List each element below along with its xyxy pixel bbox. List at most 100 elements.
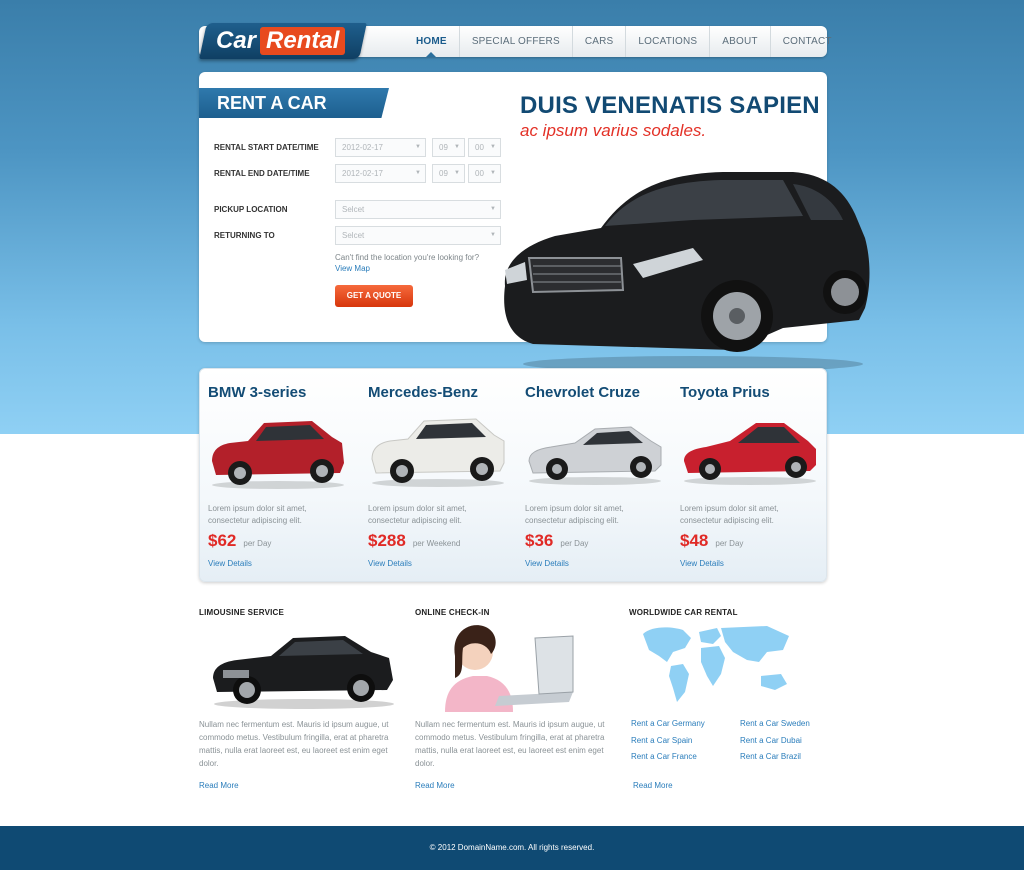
car-description-line: consectetur adipiscing elit. <box>208 516 302 525</box>
nav-locations[interactable]: LOCATIONS <box>625 26 709 57</box>
car-price-value: $62 <box>208 531 237 550</box>
car-image-toyota <box>684 423 816 485</box>
view-details-link[interactable]: View Details <box>680 559 724 568</box>
car-description-line: Lorem ipsum dolor sit amet, <box>525 504 624 513</box>
car-description-line: consectetur adipiscing elit. <box>680 516 774 525</box>
returning-to-label: RETURNING TO <box>214 231 275 240</box>
dropdown-arrow-icon: ▼ <box>415 170 421 176</box>
end-date-label: RENTAL END DATE/TIME <box>214 169 310 178</box>
start-hour-select[interactable]: 09 ▼ <box>432 138 465 157</box>
car-card-toyota: Toyota Prius Lorem ipsum dolor sit amet,… <box>680 369 830 583</box>
car-price: $62 per Day <box>208 531 271 551</box>
car-description-line: consectetur adipiscing elit. <box>368 516 462 525</box>
rent-link-germany[interactable]: Rent a Car Germany <box>631 719 705 728</box>
start-minute-select[interactable]: 00 ▼ <box>468 138 501 157</box>
end-date-value: 2012-02-17 <box>342 169 383 178</box>
location-help-text: Can't find the location you're looking f… <box>335 253 480 262</box>
car-price-period: per Day <box>560 539 589 548</box>
car-description-line: Lorem ipsum dolor sit amet, <box>208 504 307 513</box>
car-image-chevrolet <box>528 426 662 485</box>
hero-car-image <box>504 172 870 372</box>
logo-text-car: Car <box>216 27 257 54</box>
rent-link-sweden[interactable]: Rent a Car Sweden <box>740 719 810 728</box>
car-description: Lorem ipsum dolor sit amet, consectetur a… <box>368 503 513 527</box>
dropdown-arrow-icon: ▼ <box>415 144 421 150</box>
car-name[interactable]: Mercedes-Benz <box>368 384 478 401</box>
feature-title: LIMOUSINE SERVICE <box>199 608 285 617</box>
feature-online-checkin: ONLINE CHECK-IN Nullam nec fermentum est… <box>415 608 615 790</box>
pickup-location-label: PICKUP LOCATION <box>214 205 288 214</box>
main-nav: HOME SPECIAL OFFERS CARS LOCATIONS ABOUT… <box>404 26 844 57</box>
feature-text: Nullam nec fermentum est. Mauris id ipsu… <box>415 720 605 768</box>
car-price-value: $36 <box>525 531 554 550</box>
car-description-line: Lorem ipsum dolor sit amet, <box>680 504 779 513</box>
header-bar: Car Rental HOME SPECIAL OFFERS CARS LOCAT… <box>199 23 832 59</box>
feature-text: Nullam nec fermentum est. Mauris id ipsu… <box>199 720 389 768</box>
dropdown-arrow-icon: ▼ <box>454 144 460 150</box>
car-card-bmw: BMW 3-series Lorem ipsum dolor sit amet,… <box>208 369 358 583</box>
returning-placeholder: Selcet <box>342 231 365 240</box>
car-image-mercedes <box>371 418 505 487</box>
car-price-value: $48 <box>680 531 709 550</box>
start-date-value: 2012-02-17 <box>342 143 383 152</box>
view-map-link[interactable]: View Map <box>335 264 370 273</box>
woman-with-laptop-image <box>445 625 574 712</box>
car-description-line: Lorem ipsum dolor sit amet, <box>368 504 467 513</box>
car-price-value: $288 <box>368 531 406 550</box>
car-image-bmw <box>212 421 344 489</box>
car-name[interactable]: Chevrolet Cruze <box>525 384 640 401</box>
hero-subheadline: ac ipsum varius sodales. <box>520 121 707 140</box>
view-details-link[interactable]: View Details <box>208 559 252 568</box>
car-description: Lorem ipsum dolor sit amet, consectetur a… <box>525 503 670 527</box>
car-price: $36 per Day <box>525 531 588 551</box>
car-description: Lorem ipsum dolor sit amet, consectetur a… <box>208 503 353 527</box>
footer: © 2012 DomainName.com. All rights reserv… <box>0 826 1024 870</box>
nav-cars[interactable]: CARS <box>571 26 626 57</box>
rent-link-dubai[interactable]: Rent a Car Dubai <box>740 736 802 745</box>
feature-limousine: LIMOUSINE SERVICE Nullam nec fermentum e… <box>199 608 399 790</box>
pickup-placeholder: Selcet <box>342 205 365 214</box>
view-details-link[interactable]: View Details <box>525 559 569 568</box>
copyright-text: © 2012 DomainName.com. All rights reserv… <box>429 843 595 852</box>
end-hour-value: 09 <box>439 169 448 178</box>
rent-title: RENT A CAR <box>217 93 327 113</box>
rent-link-brazil[interactable]: Rent a Car Brazil <box>740 752 801 761</box>
pickup-location-select[interactable]: Selcet ▼ <box>335 200 501 219</box>
start-minute-value: 00 <box>475 143 484 152</box>
feature-worldwide-rental: WORLDWIDE CAR RENTAL Rent a Car Germany … <box>629 608 829 790</box>
nav-home[interactable]: HOME <box>404 26 459 57</box>
car-price-period: per Day <box>715 539 744 548</box>
hero-headline: DUIS VENENATIS SAPIEN <box>520 92 820 119</box>
limousine-car-image <box>213 636 394 709</box>
feature-title: WORLDWIDE CAR RENTAL <box>629 608 738 617</box>
dropdown-arrow-icon: ▼ <box>490 144 496 150</box>
car-name[interactable]: BMW 3-series <box>208 384 306 401</box>
get-quote-button[interactable]: GET A QUOTE <box>335 285 413 307</box>
car-description-line: consectetur adipiscing elit. <box>525 516 619 525</box>
end-hour-select[interactable]: 09 ▼ <box>432 164 465 183</box>
logo-text-rental: Rental <box>260 27 346 55</box>
car-price: $48 per Day <box>680 531 743 551</box>
feature-title: ONLINE CHECK-IN <box>415 608 490 617</box>
site-logo[interactable]: Car Rental <box>199 23 367 59</box>
rent-link-spain[interactable]: Rent a Car Spain <box>631 736 692 745</box>
end-date-field[interactable]: 2012-02-17 ▼ <box>335 164 426 183</box>
car-price: $288 per Weekend <box>368 531 460 551</box>
view-details-link[interactable]: View Details <box>368 559 412 568</box>
read-more-link[interactable]: Read More <box>415 781 455 790</box>
read-more-link[interactable]: Read More <box>199 781 239 790</box>
read-more-link[interactable]: Read More <box>633 781 673 790</box>
start-hour-value: 09 <box>439 143 448 152</box>
dropdown-arrow-icon: ▼ <box>454 170 460 176</box>
nav-contact[interactable]: CONTACT <box>769 26 844 57</box>
nav-special-offers[interactable]: SPECIAL OFFERS <box>458 26 572 57</box>
returning-to-select[interactable]: Selcet ▼ <box>335 226 501 245</box>
world-map-image <box>643 626 789 702</box>
start-date-field[interactable]: 2012-02-17 ▼ <box>335 138 426 157</box>
car-price-period: per Day <box>243 539 272 548</box>
nav-about[interactable]: ABOUT <box>709 26 769 57</box>
car-price-period: per Weekend <box>412 539 461 548</box>
car-name[interactable]: Toyota Prius <box>680 384 770 401</box>
featured-cars-panel: BMW 3-series Lorem ipsum dolor sit amet,… <box>199 368 827 582</box>
rent-link-france[interactable]: Rent a Car France <box>631 752 697 761</box>
